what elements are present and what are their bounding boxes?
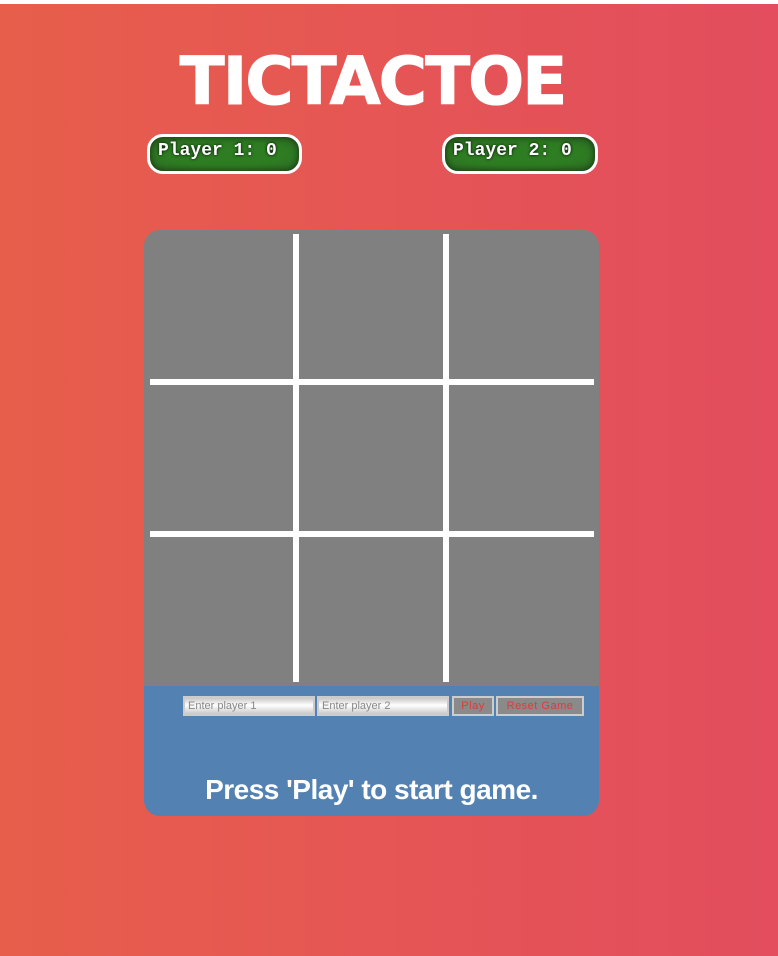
board-cell[interactable]	[150, 234, 293, 379]
grid-line	[293, 234, 299, 682]
board-cell[interactable]	[299, 234, 443, 379]
board-cell[interactable]	[299, 537, 443, 682]
reset-game-button[interactable]: Reset Game	[496, 696, 584, 716]
player-1-score: Player 1: 0	[147, 134, 302, 174]
game-board	[144, 230, 599, 686]
player-2-score: Player 2: 0	[442, 134, 598, 174]
board-cell[interactable]	[299, 385, 443, 530]
game-title: TICTACTOE	[179, 43, 568, 120]
grid-line	[443, 234, 449, 682]
grid-line	[150, 531, 594, 537]
board-cell[interactable]	[449, 234, 593, 379]
controls-panel: Play Reset Game Press 'Play' to start ga…	[144, 686, 599, 816]
player-1-name-input[interactable]	[183, 696, 315, 716]
top-border	[0, 0, 778, 4]
play-button[interactable]: Play	[452, 696, 494, 716]
player-2-name-input[interactable]	[317, 696, 449, 716]
board-cell[interactable]	[449, 385, 593, 530]
game-card: Play Reset Game Press 'Play' to start ga…	[144, 230, 599, 816]
grid-line	[150, 379, 594, 385]
board-cell[interactable]	[449, 537, 593, 682]
status-message: Press 'Play' to start game.	[205, 774, 538, 805]
board-cell[interactable]	[150, 385, 293, 530]
board-cell[interactable]	[150, 537, 293, 682]
